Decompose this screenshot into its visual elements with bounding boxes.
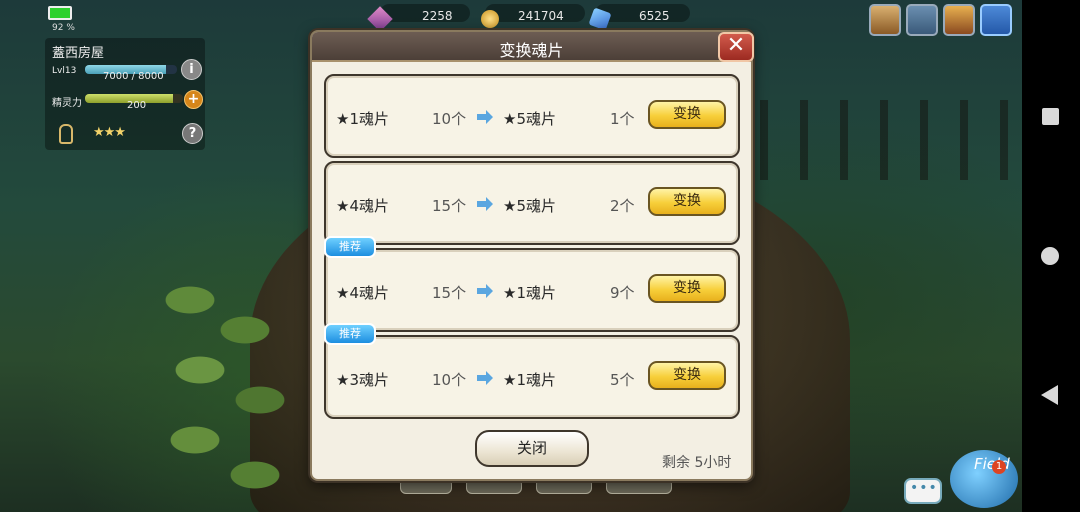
level-label: Lvl13 xyxy=(52,66,77,76)
target-item: ★1魂片 xyxy=(503,284,556,302)
fence-decoration xyxy=(760,100,1022,180)
source-quantity: 10个 xyxy=(432,110,467,128)
add-spirit-icon[interactable]: + xyxy=(184,90,203,109)
target-quantity: 5个 xyxy=(610,371,635,389)
back-icon[interactable] xyxy=(1041,385,1058,405)
target-item: ★1魂片 xyxy=(503,371,556,389)
convert-button[interactable]: 变换 xyxy=(648,187,726,216)
exp-text: 7000 / 8000 xyxy=(103,71,164,82)
target-quantity: 2个 xyxy=(610,197,635,215)
convert-button[interactable]: 变换 xyxy=(648,361,726,390)
player-name: 蓋西房屋 xyxy=(52,46,105,61)
chat-dots-icon: ••• xyxy=(910,480,938,496)
arrow-right-icon xyxy=(477,284,493,298)
close-icon[interactable]: ✕ xyxy=(718,32,754,62)
spirit-value: 200 xyxy=(127,100,147,111)
mail-icon[interactable] xyxy=(869,4,901,36)
gem-count: 6525 xyxy=(639,9,670,23)
crystal-count: 2258 xyxy=(422,9,453,23)
target-item: ★5魂片 xyxy=(503,110,556,128)
source-quantity: 15个 xyxy=(432,284,467,302)
battery-percent: 92 % xyxy=(52,23,75,33)
help-icon[interactable]: ? xyxy=(182,123,203,144)
home-icon[interactable] xyxy=(1041,247,1059,265)
gold-count: 241704 xyxy=(518,9,564,23)
remaining-time: 剩余 5小时 xyxy=(662,455,732,471)
convert-button[interactable]: 变换 xyxy=(648,274,726,303)
dialog-title: 变换魂片 xyxy=(499,41,564,60)
target-quantity: 9个 xyxy=(610,284,635,302)
sword-icon[interactable] xyxy=(943,4,975,36)
source-quantity: 15个 xyxy=(432,197,467,215)
recent-apps-icon[interactable] xyxy=(1042,108,1059,125)
info-icon[interactable]: i xyxy=(181,59,202,80)
soul-shard-convert-dialog: 变换魂片 ✕ ★1魂片 10个 ★5魂片 1个 变换 ★4魂片 15个 ★5魂片… xyxy=(310,30,754,481)
spirit-label: 精灵力 xyxy=(52,98,82,109)
source-item: ★4魂片 xyxy=(336,197,389,215)
source-item: ★4魂片 xyxy=(336,284,389,302)
arrow-right-icon xyxy=(477,197,493,211)
source-item: ★3魂片 xyxy=(336,371,389,389)
conversion-row: 推荐 ★4魂片 15个 ★1魂片 9个 变换 xyxy=(324,236,740,332)
star-rating: ★★★ xyxy=(93,125,126,140)
arrow-right-icon xyxy=(477,110,493,124)
shop-icon[interactable] xyxy=(906,4,938,36)
gold-coin-icon xyxy=(481,10,499,28)
conversion-row: 推荐 ★3魂片 10个 ★1魂片 5个 变换 xyxy=(324,323,740,419)
recommended-badge: 推荐 xyxy=(324,236,376,258)
target-quantity: 1个 xyxy=(610,110,635,128)
conversion-row: ★1魂片 10个 ★5魂片 1个 变换 xyxy=(324,74,740,158)
close-button[interactable]: 关闭 xyxy=(475,430,589,467)
source-item: ★1魂片 xyxy=(336,110,389,128)
leaves-decoration xyxy=(150,260,310,512)
conversion-row: ★4魂片 15个 ★5魂片 2个 变换 xyxy=(324,161,740,245)
convert-button[interactable]: 变换 xyxy=(648,100,726,129)
battery-icon xyxy=(48,6,72,20)
dialog-header: 变换魂片 xyxy=(312,32,751,62)
target-item: ★5魂片 xyxy=(503,197,556,215)
recommended-badge: 推荐 xyxy=(324,323,376,345)
menu-toggle-icon[interactable] xyxy=(980,4,1012,36)
source-quantity: 10个 xyxy=(432,371,467,389)
lantern-icon xyxy=(59,124,73,144)
arrow-right-icon xyxy=(477,371,493,385)
notification-badge: 1 xyxy=(992,460,1006,474)
